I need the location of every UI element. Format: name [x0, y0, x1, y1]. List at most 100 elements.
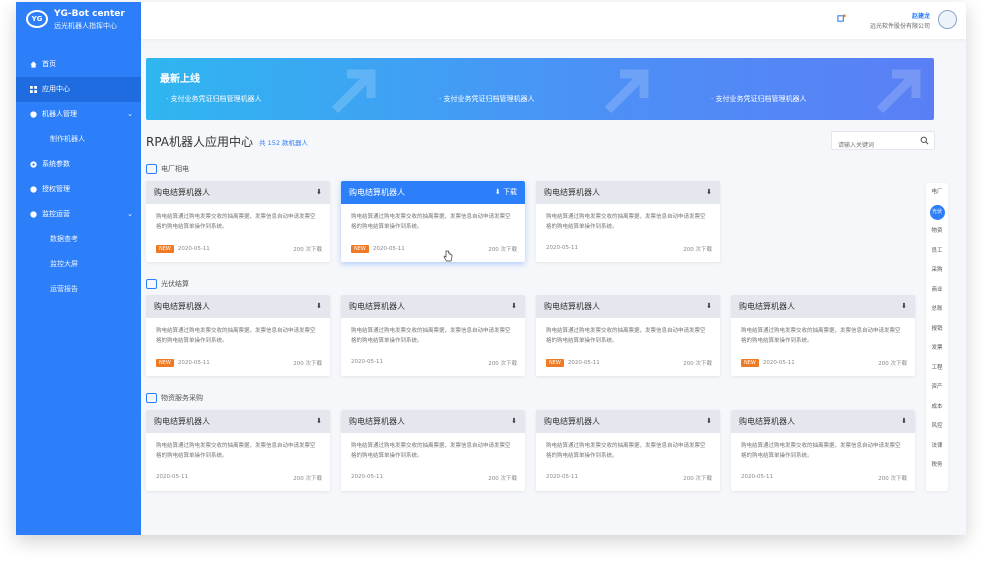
sidebar-item-monitoring[interactable]: 监控运营 ⌄ — [16, 202, 141, 227]
category-label-text: 光伏结算 — [161, 280, 189, 288]
category-label: 物资服务采购 — [146, 393, 203, 403]
gear-icon — [30, 161, 37, 168]
robot-card[interactable]: 购电结算机器人 ⬇ 购电结算通过购电发票交收的抽离票据，发票信息自动申请发票空格的… — [341, 295, 525, 376]
sidebar-subitem-data-query[interactable]: 数据查考 — [16, 227, 141, 252]
index-item[interactable]: 法律 — [926, 437, 948, 457]
card-title: 购电结算机器人 — [154, 302, 210, 311]
sidebar-item-app-center[interactable]: 应用中心 — [16, 77, 141, 102]
card-date: 2020-05-11 — [762, 360, 795, 366]
download-count: 200 次下载 — [683, 247, 712, 253]
new-badge: NEW — [351, 245, 369, 253]
card-date: 2020-05-11 — [546, 474, 578, 480]
download-count: 200 次下载 — [293, 361, 322, 367]
card-description: 购电结算通过购电发票交收的抽离票据，发票信息自动申请发票空格的购电结算单操作到系… — [351, 214, 511, 230]
index-item[interactable]: 采购 — [926, 261, 948, 281]
notification-icon[interactable] — [837, 14, 846, 23]
download-icon[interactable]: ⬇ — [316, 410, 322, 433]
index-item[interactable]: 物资 — [926, 222, 948, 242]
sidebar-subitem-make-robot[interactable]: 制作机器人 — [16, 127, 141, 152]
sidebar-item-robot-management[interactable]: 机器人管理 ⌄ — [16, 102, 141, 127]
index-item[interactable]: 报销 — [926, 320, 948, 340]
download-count: 200 次下载 — [488, 476, 517, 482]
index-item[interactable]: 风控 — [926, 417, 948, 437]
banner-item[interactable]: · 支付业务凭证归档管理机器人 — [166, 94, 261, 104]
banner-item-label: 支付业务凭证归档管理机器人 — [715, 95, 807, 103]
category-icon — [146, 393, 157, 403]
download-icon[interactable]: ⬇ — [511, 410, 517, 433]
card-date: 2020-05-11 — [546, 245, 578, 251]
download-icon[interactable]: ⬇ — [706, 410, 712, 433]
card-description: 购电结算通过购电发票交收的抽离票据，发票信息自动申请发票空格的购电结算单操作到系… — [741, 443, 901, 459]
robot-card[interactable]: 购电结算机器人 ⬇ 购电结算通过购电发票交收的抽离票据，发票信息自动申请发票空格的… — [146, 295, 330, 376]
sidebar-item-label: 机器人管理 — [42, 110, 77, 118]
robot-card[interactable]: 购电结算机器人 ⬇ 下载 购电结算通过购电发票交收的抽离票据，发票信息自动申请发票… — [341, 181, 525, 262]
card-footer: NEW 2020-05-11 200 次下载 — [741, 359, 907, 367]
index-item[interactable]: 资产 — [926, 378, 948, 398]
card-footer: 2020-05-11 200 次下载 — [741, 474, 907, 482]
card-title: 购电结算机器人 — [349, 417, 405, 426]
download-icon[interactable]: ⬇ — [316, 181, 322, 204]
sidebar-subitem-ops-report[interactable]: 运营报告 — [16, 277, 141, 302]
robot-card[interactable]: 购电结算机器人 ⬇ 购电结算通过购电发票交收的抽离票据，发票信息自动申请发票空格的… — [536, 181, 720, 262]
chevron-down-icon: ⌄ — [127, 110, 133, 118]
download-button[interactable]: ⬇ 下载 — [495, 181, 517, 204]
card-title: 购电结算机器人 — [544, 188, 600, 197]
arrow-decoration-icon — [876, 69, 921, 114]
sidebar-subitem-monitor-screen[interactable]: 监控大屏 — [16, 252, 141, 277]
category-label-text: 电厂相电 — [161, 165, 189, 173]
index-item[interactable]: 电厂 — [926, 183, 948, 203]
index-item[interactable]: 工程 — [926, 359, 948, 379]
robot-card[interactable]: 购电结算机器人 ⬇ 购电结算通过购电发票交收的抽离票据，发票信息自动申请发票空格的… — [341, 410, 525, 491]
index-item-active[interactable]: 光伏 — [926, 203, 948, 223]
home-icon — [30, 61, 37, 68]
sidebar-item-home[interactable]: 首页 — [16, 52, 141, 77]
robot-card[interactable]: 购电结算机器人 ⬇ 购电结算通过购电发票交收的抽离票据，发票信息自动申请发票空格的… — [146, 410, 330, 491]
user-name[interactable]: 赵建龙 — [912, 11, 930, 20]
card-date: 2020-05-11 — [351, 359, 383, 365]
robot-card[interactable]: 购电结算机器人 ⬇ 购电结算通过购电发票交收的抽离票据，发票信息自动申请发票空格的… — [731, 410, 915, 491]
download-icon[interactable]: ⬇ — [901, 295, 907, 318]
avatar[interactable] — [938, 10, 957, 29]
sidebar-item-authorization[interactable]: 授权管理 — [16, 177, 141, 202]
robot-count-link[interactable]: 共 152 款机器人 — [259, 137, 308, 147]
robot-card[interactable]: 购电结算机器人 ⬇ 购电结算通过购电发票交收的抽离票据，发票信息自动申请发票空格的… — [146, 181, 330, 262]
sidebar-item-label: 系统参数 — [42, 160, 70, 168]
card-description: 购电结算通过购电发票交收的抽离票据，发票信息自动申请发票空格的购电结算单操作到系… — [351, 443, 511, 459]
download-icon[interactable]: ⬇ — [901, 410, 907, 433]
banner-item-label: 支付业务凭证归档管理机器人 — [443, 95, 535, 103]
download-icon[interactable]: ⬇ — [706, 181, 712, 204]
card-title: 购电结算机器人 — [349, 302, 405, 311]
card-footer: NEW 2020-05-11 200 次下载 — [156, 245, 322, 253]
grid-icon — [30, 86, 37, 93]
robot-card[interactable]: 购电结算机器人 ⬇ 购电结算通过购电发票交收的抽离票据，发票信息自动申请发票空格的… — [731, 295, 915, 376]
card-date: 2020-05-11 — [741, 474, 773, 480]
index-item[interactable]: 发票 — [926, 339, 948, 359]
search-input[interactable] — [832, 136, 920, 155]
banner-item[interactable]: · 支付业务凭证归档管理机器人 — [711, 94, 806, 104]
sidebar-item-system-params[interactable]: 系统参数 — [16, 152, 141, 177]
card-header: 购电结算机器人 ⬇ — [146, 181, 330, 204]
logo[interactable]: YG YG-Bot center 远光机器人指挥中心 — [24, 8, 136, 34]
card-description: 购电结算通过购电发票交收的抽离票据，发票信息自动申请发票空格的购电结算单操作到系… — [156, 328, 316, 344]
download-count: 200 次下载 — [683, 476, 712, 482]
index-item[interactable]: 税务 — [926, 456, 948, 476]
download-icon[interactable]: ⬇ — [316, 295, 322, 318]
download-icon[interactable]: ⬇ — [706, 295, 712, 318]
new-release-banner[interactable]: 最新上线 · 支付业务凭证归档管理机器人 · 支付业务凭证归档管理机器人 · 支… — [146, 58, 934, 120]
index-item[interactable]: 商业 — [926, 281, 948, 301]
search-icon[interactable] — [920, 136, 929, 145]
download-count: 200 次下载 — [878, 361, 907, 367]
card-footer: 2020-05-11 200 次下载 — [546, 474, 712, 482]
sidebar-item-label: 监控运营 — [42, 210, 70, 218]
download-count: 200 次下载 — [878, 476, 907, 482]
index-item[interactable]: 总账 — [926, 300, 948, 320]
download-icon[interactable]: ⬇ — [511, 295, 517, 318]
robot-card[interactable]: 购电结算机器人 ⬇ 购电结算通过购电发票交收的抽离票据，发票信息自动申请发票空格的… — [536, 295, 720, 376]
banner-item[interactable]: · 支付业务凭证归档管理机器人 — [439, 94, 534, 104]
index-item[interactable]: 成本 — [926, 398, 948, 418]
download-count: 200 次下载 — [488, 247, 517, 253]
card-header: 购电结算机器人 ⬇ — [341, 410, 525, 433]
card-description: 购电结算通过购电发票交收的抽离票据，发票信息自动申请发票空格的购电结算单操作到系… — [156, 443, 316, 459]
robot-card[interactable]: 购电结算机器人 ⬇ 购电结算通过购电发票交收的抽离票据，发票信息自动申请发票空格的… — [536, 410, 720, 491]
index-item[interactable]: 员工 — [926, 242, 948, 262]
